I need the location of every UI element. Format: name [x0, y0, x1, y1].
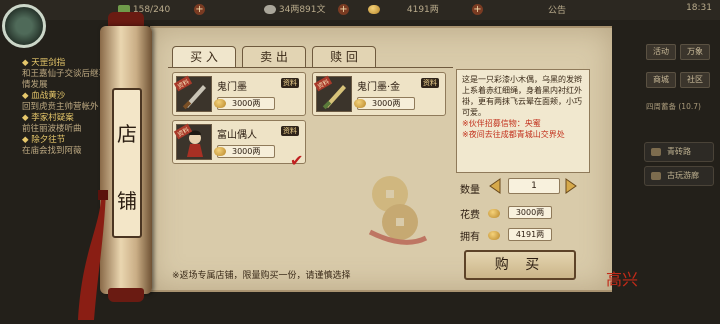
silver-icon	[264, 5, 276, 14]
owned-label: 拥有	[460, 232, 480, 243]
item-name: 鬼门墨·金	[357, 82, 401, 93]
add-silver-button[interactable]: +	[338, 4, 349, 15]
quantity-label: 数量	[460, 185, 480, 196]
road-icon	[651, 148, 661, 156]
decrease-quantity-button[interactable]	[488, 178, 502, 194]
gold-coin-icon	[214, 147, 226, 156]
quest-tracker: ◆ 天罡剑指 和王嘉仙子交谈后继事情发展 ◆ 血战黄沙 回到虎贲主帅营帐外 ◆ …	[22, 58, 112, 157]
item-price: 3000两	[354, 97, 415, 110]
silver-display: 34两891文	[264, 3, 326, 17]
increase-quantity-button[interactable]	[564, 178, 578, 194]
tab-buy[interactable]: 买 入	[172, 46, 236, 68]
menu-qingzhuanlu[interactable]: 青砖路	[644, 142, 714, 162]
owned-value: 4191两	[508, 228, 552, 241]
add-gold-button[interactable]: +	[472, 4, 483, 15]
menu-guwan-youlang[interactable]: 古玩游廊	[644, 166, 714, 186]
gold-coin-icon	[488, 209, 500, 218]
buy-button[interactable]: 购 买	[464, 250, 576, 280]
recruit-hint: ※伙伴招募信物：央蜜	[462, 119, 541, 128]
cost-value: 3000两	[508, 206, 552, 219]
location-hint: ※夜间去往成都青城山交界处	[462, 130, 565, 139]
shop-item-card[interactable]: 资料 鬼门墨 资料 3000两	[172, 72, 306, 116]
tassel-decoration	[78, 190, 108, 320]
coin-pile-decoration	[368, 176, 428, 245]
item-thumbnail: 资料	[173, 123, 212, 160]
shop-item-card[interactable]: 资料 富山偶人 资料 3000两	[172, 120, 306, 164]
item-thumbnail: 资料	[173, 75, 212, 112]
events-button[interactable]: 活动	[646, 44, 676, 60]
item-name: 富山偶人	[217, 130, 257, 141]
item-badge: 资料	[281, 78, 299, 88]
community-button[interactable]: 社区	[680, 72, 710, 88]
game-screen: 158/240 + 34两891文 + 4191两 + 公告 18:31 ◆ 天…	[0, 0, 720, 324]
mall-button[interactable]: 商城	[646, 72, 676, 88]
tab-divider	[168, 67, 453, 68]
item-description: 这是一只彩漆小木偶，乌黑的发辫上系着赤红细绳，身着黑内衬红外褂，更有两抹飞云晕在…	[462, 75, 582, 117]
notice-button[interactable]: 公告	[548, 3, 566, 16]
item-price: 3000两	[214, 145, 275, 158]
quest-item[interactable]: ◆ 除夕往节 在庙会找到阿薇	[22, 135, 112, 157]
gold-coin-icon	[488, 231, 500, 240]
quest-item[interactable]: ◆ 李家村疑案 前往丽波楼听曲	[22, 113, 112, 135]
gold-value: 4191两	[406, 5, 439, 15]
item-thumbnail: 资料	[313, 75, 352, 112]
gold-display: 4191两	[368, 3, 439, 17]
gold-coin-icon	[354, 99, 366, 108]
shop-title: 店 铺	[112, 88, 142, 238]
player-avatar[interactable]	[2, 4, 46, 48]
silver-value: 34两891文	[278, 5, 326, 15]
quantity-input[interactable]: 1	[508, 178, 560, 194]
gallery-icon	[651, 172, 661, 180]
gold-coin-icon	[368, 5, 380, 14]
shop-item-card[interactable]: 资料 鬼门墨·金 资料 3000两	[312, 72, 446, 116]
seal-stamp: 高兴	[606, 270, 639, 289]
cost-label: 花费	[460, 210, 480, 221]
scroll-bottom-cap	[108, 288, 144, 302]
item-price: 3000两	[214, 97, 275, 110]
add-stamina-button[interactable]: +	[194, 4, 205, 15]
item-name: 鬼门墨	[217, 82, 247, 93]
wanxiang-button[interactable]: 万象	[680, 44, 710, 60]
selected-check-icon: ✔	[290, 151, 304, 170]
clock: 18:31	[686, 3, 712, 13]
gold-coin-icon	[214, 99, 226, 108]
quest-item[interactable]: ◆ 天罡剑指 和王嘉仙子交谈后继事情发展	[22, 58, 112, 91]
item-badge: 资料	[421, 78, 439, 88]
tab-sell[interactable]: 卖 出	[242, 46, 306, 68]
item-description-panel: 这是一只彩漆小木偶，乌黑的发辫上系着赤红细绳，身着黑内衬红外褂，更有两抹飞云晕在…	[456, 69, 590, 173]
shop-notice: ※返场专属店铺，限量购买一份，请谨慎选择	[172, 271, 351, 281]
item-badge: 资料	[281, 126, 299, 136]
quest-item[interactable]: ◆ 血战黄沙 回到虎贲主帅营帐外	[22, 91, 112, 113]
location-status: 四周蓄备 (10.7)	[646, 102, 701, 111]
tab-redeem[interactable]: 赎 回	[312, 46, 376, 68]
